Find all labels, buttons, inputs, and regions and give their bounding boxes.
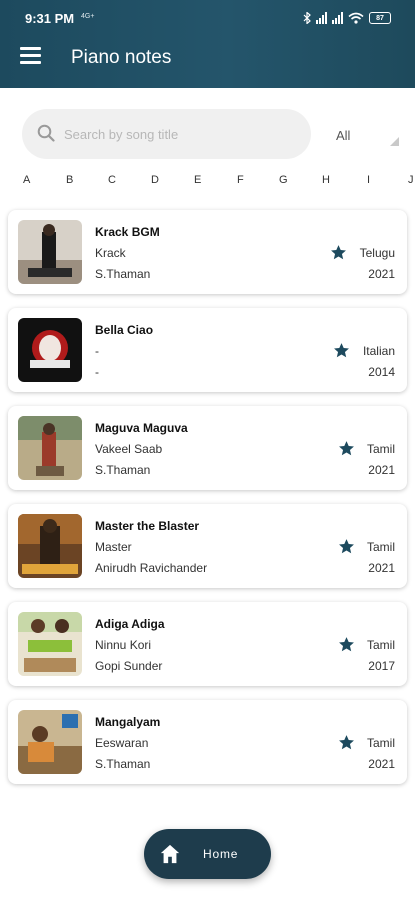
song-card[interactable]: Adiga Adiga Ninnu Kori Gopi Sunder Tamil… — [8, 602, 407, 686]
song-thumbnail — [18, 318, 82, 382]
song-composer: Gopi Sunder — [95, 659, 163, 673]
status-time: 9:31 PM — [25, 11, 75, 26]
star-icon[interactable] — [330, 244, 347, 261]
battery-icon: 87 — [369, 12, 391, 24]
app-bar: 9:31 PM 4G+ 87 Piano notes — [0, 0, 415, 88]
alpha-letter[interactable]: B — [66, 174, 73, 186]
alpha-letter[interactable]: I — [367, 174, 370, 186]
alpha-letter[interactable]: C — [108, 174, 116, 186]
page-title: Piano notes — [71, 47, 172, 68]
search-icon — [37, 124, 55, 142]
song-composer: Anirudh Ravichander — [95, 561, 208, 575]
song-language: Tamil — [366, 540, 395, 554]
bluetooth-icon — [303, 12, 311, 24]
song-card[interactable]: Master the Blaster Master Anirudh Ravich… — [8, 504, 407, 588]
song-movie: Master — [95, 540, 132, 554]
alpha-letter[interactable]: H — [322, 174, 330, 186]
song-year: 2021 — [368, 757, 395, 771]
song-composer: S.Thaman — [95, 463, 151, 477]
search-placeholder: Search by song title — [64, 127, 179, 142]
star-icon[interactable] — [338, 636, 355, 653]
alpha-letter[interactable]: F — [237, 174, 244, 186]
song-year: 2021 — [368, 561, 395, 575]
song-title: Krack BGM — [95, 225, 160, 239]
home-label: Home — [203, 847, 239, 861]
song-composer: - — [95, 365, 99, 379]
star-icon[interactable] — [338, 440, 355, 457]
language-filter-value: All — [336, 128, 351, 143]
song-thumbnail — [18, 220, 82, 284]
alpha-letter[interactable]: D — [151, 174, 159, 186]
song-composer: S.Thaman — [95, 757, 151, 771]
home-icon — [160, 844, 180, 864]
song-language: Tamil — [366, 638, 395, 652]
song-card[interactable]: Mangalyam Eeswaran S.Thaman Tamil 2021 — [8, 700, 407, 784]
song-language: Telugu — [359, 246, 395, 260]
alpha-letter[interactable]: E — [194, 174, 201, 186]
hamburger-menu-icon[interactable] — [20, 47, 41, 65]
song-title: Maguva Maguva — [95, 421, 188, 435]
song-year: 2017 — [368, 659, 395, 673]
song-title: Bella Ciao — [95, 323, 154, 337]
song-thumbnail — [18, 416, 82, 480]
language-filter-dropdown[interactable]: All — [323, 112, 401, 154]
home-button[interactable]: Home — [144, 829, 271, 879]
song-language: Tamil — [366, 736, 395, 750]
song-year: 2021 — [368, 267, 395, 281]
star-icon[interactable] — [338, 734, 355, 751]
dropdown-arrow-icon — [390, 137, 399, 146]
song-thumbnail — [18, 710, 82, 774]
song-thumbnail — [18, 612, 82, 676]
song-card[interactable]: Krack BGM Krack S.Thaman Telugu 2021 — [8, 210, 407, 294]
song-movie: Eeswaran — [95, 736, 149, 750]
network-type: 4G+ — [81, 13, 95, 20]
song-title: Mangalyam — [95, 715, 161, 729]
star-icon[interactable] — [338, 538, 355, 555]
song-composer: S.Thaman — [95, 267, 151, 281]
wifi-icon — [348, 12, 364, 24]
song-movie: Krack — [95, 246, 126, 260]
signal-icon — [316, 12, 327, 24]
song-thumbnail — [18, 514, 82, 578]
song-year: 2014 — [368, 365, 395, 379]
song-language: Tamil — [366, 442, 395, 456]
song-title: Adiga Adiga — [95, 617, 165, 631]
signal-icon-2 — [332, 12, 343, 24]
search-input[interactable]: Search by song title — [22, 109, 311, 159]
song-title: Master the Blaster — [95, 519, 200, 533]
alphabet-index: A B C D E F G H I J — [0, 174, 415, 190]
song-movie: Ninnu Kori — [95, 638, 152, 652]
status-icons: 87 — [303, 9, 391, 27]
song-card[interactable]: Maguva Maguva Vakeel Saab S.Thaman Tamil… — [8, 406, 407, 490]
song-movie: Vakeel Saab — [95, 442, 163, 456]
star-icon[interactable] — [333, 342, 350, 359]
alpha-letter[interactable]: J — [408, 174, 414, 186]
alpha-letter[interactable]: G — [279, 174, 288, 186]
status-bar: 9:31 PM 4G+ 87 — [0, 0, 415, 36]
song-year: 2021 — [368, 463, 395, 477]
song-language: Italian — [362, 344, 395, 358]
song-card[interactable]: Bella Ciao - - Italian 2014 — [8, 308, 407, 392]
alpha-letter[interactable]: A — [23, 174, 30, 186]
song-movie: - — [95, 344, 99, 358]
